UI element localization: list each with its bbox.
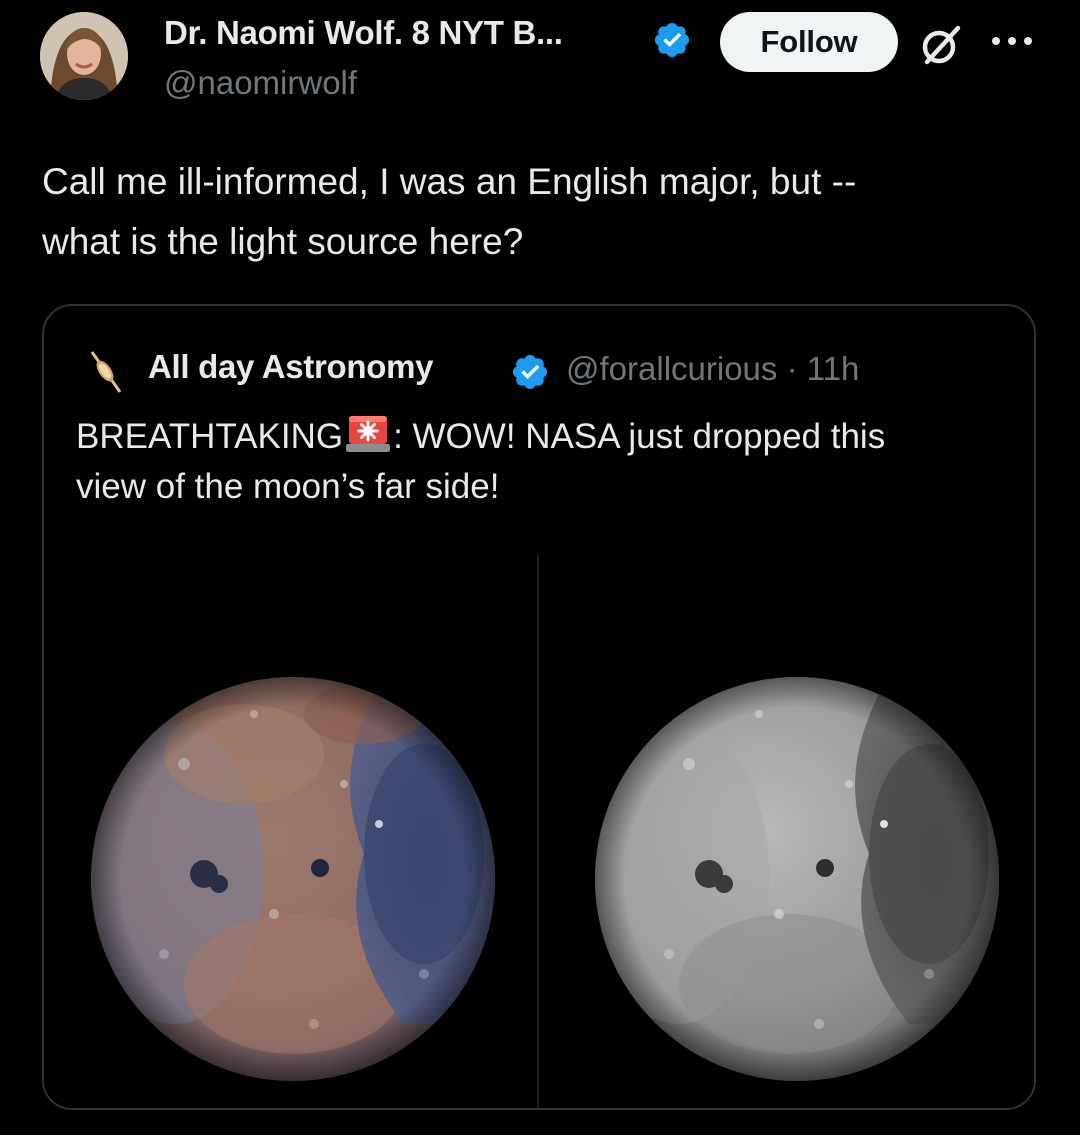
follow-button[interactable]: Follow bbox=[720, 12, 898, 72]
quote-text-headline: BREATHTAKING bbox=[76, 417, 344, 456]
verified-badge-icon bbox=[654, 22, 690, 58]
quote-text-line: view of the moon’s far side! bbox=[76, 467, 500, 506]
author-avatar[interactable] bbox=[40, 12, 128, 100]
saturn-avatar-icon[interactable] bbox=[80, 346, 130, 396]
moon-color-photo[interactable] bbox=[44, 554, 537, 1110]
quote-media-grid bbox=[44, 554, 1034, 1110]
tweet-text-line: Call me ill-informed, I was an English m… bbox=[42, 161, 857, 202]
quote-author-handle[interactable]: @forallcurious · 11h bbox=[566, 350, 859, 388]
quote-text-rest: : WOW! NASA just dropped this bbox=[393, 417, 886, 456]
tweet-text: Call me ill-informed, I was an English m… bbox=[42, 152, 1042, 272]
verified-badge-icon bbox=[512, 354, 548, 390]
tweet-text-line: what is the light source here? bbox=[42, 221, 524, 262]
grok-icon[interactable] bbox=[918, 22, 964, 68]
author-handle[interactable]: @naomirwolf bbox=[164, 64, 357, 102]
more-icon[interactable] bbox=[990, 34, 1034, 48]
quote-text: BREATHTAKING : WOW! NASA just dropped th… bbox=[76, 412, 1016, 512]
author-name[interactable]: Dr. Naomi Wolf. 8 NYT B... bbox=[164, 14, 563, 52]
quoted-tweet-card[interactable]: All day Astronomy @forallcurious · 11h B… bbox=[42, 304, 1036, 1110]
moon-grayscale-photo[interactable] bbox=[539, 554, 1034, 1110]
quote-author-name[interactable]: All day Astronomy bbox=[148, 348, 434, 386]
siren-emoji-icon bbox=[346, 416, 391, 452]
quote-text-line: BREATHTAKING : WOW! NASA just dropped th… bbox=[76, 412, 1016, 462]
